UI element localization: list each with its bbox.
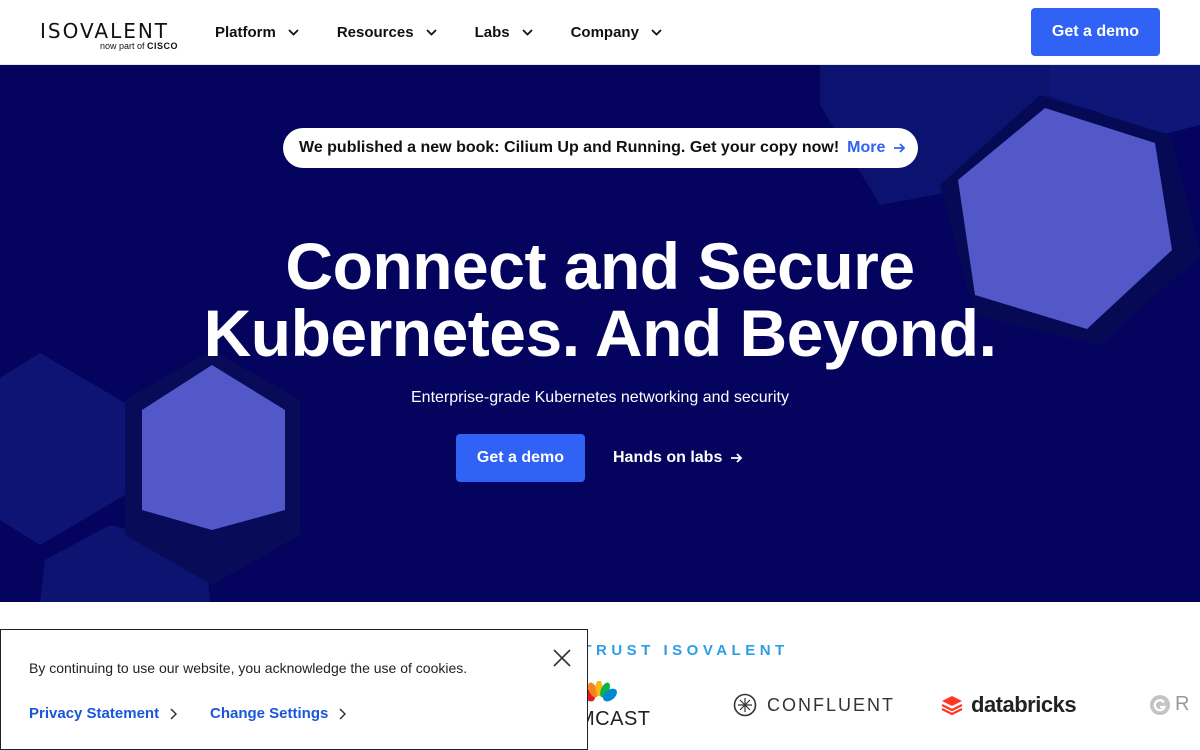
chevron-right-icon [170, 707, 178, 720]
chevron-down-icon [521, 29, 533, 36]
top-header: ISOVALENT now part of CISCO Platform Res… [0, 0, 1200, 65]
nav-item-labs[interactable]: Labs [475, 24, 533, 41]
labs-link-label: Hands on labs [613, 449, 723, 466]
arrow-right-icon [731, 453, 743, 463]
chevron-down-icon [651, 29, 662, 36]
databricks-logo: databricks [941, 692, 1077, 718]
trust-heading: T TRUST ISOVALENT [560, 642, 789, 659]
hero-title-line-2: Kubernetes. And Beyond. [203, 296, 997, 370]
chevron-right-icon [339, 707, 347, 720]
logo-wordmark: ISOVALENT [40, 19, 170, 43]
partial-brand-wordmark: R [1175, 693, 1190, 715]
settings-link-label: Change Settings [210, 705, 329, 722]
hands-on-labs-link[interactable]: Hands on labs [613, 434, 743, 482]
announcement-banner[interactable]: We published a new book: Cilium Up and R… [283, 128, 918, 168]
cookie-message: By continuing to use our website, you ac… [29, 660, 468, 676]
close-icon[interactable] [553, 649, 571, 667]
cookie-banner: By continuing to use our website, you ac… [0, 629, 588, 750]
nav-item-label: Labs [474, 24, 510, 41]
partial-brand-logo: R [1149, 693, 1189, 716]
main-nav: Platform Resources Labs Company [215, 0, 700, 65]
nav-item-label: Platform [215, 24, 276, 41]
logo-tagline-brand: CISCO [147, 41, 179, 51]
hero-title-line-1: Connect and Secure [285, 229, 915, 303]
hero-subtitle: Enterprise-grade Kubernetes networking a… [411, 389, 789, 406]
hero-section: We published a new book: Cilium Up and R… [0, 65, 1200, 602]
databricks-wordmark: databricks [971, 692, 1077, 717]
nav-item-platform[interactable]: Platform [215, 24, 299, 41]
privacy-statement-link[interactable]: Privacy Statement [29, 705, 178, 722]
comcast-wordmark: MCAST [578, 708, 651, 730]
privacy-link-label: Privacy Statement [29, 705, 160, 722]
announcement-text: We published a new book: Cilium Up and R… [299, 139, 840, 156]
isovalent-logo[interactable]: ISOVALENT now part of CISCO [40, 20, 180, 54]
get-demo-button-header[interactable]: Get a demo [1031, 8, 1160, 56]
confluent-icon [733, 693, 757, 717]
nav-item-resources[interactable]: Resources [337, 24, 437, 41]
announcement-more-link[interactable]: More [847, 139, 906, 157]
logo-tagline-prefix: now part of [100, 41, 145, 51]
confluent-wordmark: CONFLUENT [767, 694, 896, 715]
chevron-down-icon [288, 29, 299, 36]
g-circle-icon [1150, 694, 1170, 715]
arrow-right-icon [894, 143, 906, 153]
chevron-down-icon [425, 29, 437, 36]
logo-tagline: now part of CISCO [100, 41, 178, 51]
get-demo-button-hero[interactable]: Get a demo [456, 434, 585, 482]
nav-item-company[interactable]: Company [571, 24, 662, 41]
more-link-label: More [847, 139, 886, 156]
nav-item-label: Company [570, 24, 639, 41]
confluent-logo: CONFLUENT [733, 693, 895, 717]
comcast-logo: MCAST [578, 681, 651, 731]
nav-item-label: Resources [336, 24, 414, 41]
hero-title: Connect and Secure Kubernetes. And Beyon… [0, 233, 1200, 367]
databricks-icon [941, 696, 963, 716]
change-settings-link[interactable]: Change Settings [210, 705, 347, 722]
